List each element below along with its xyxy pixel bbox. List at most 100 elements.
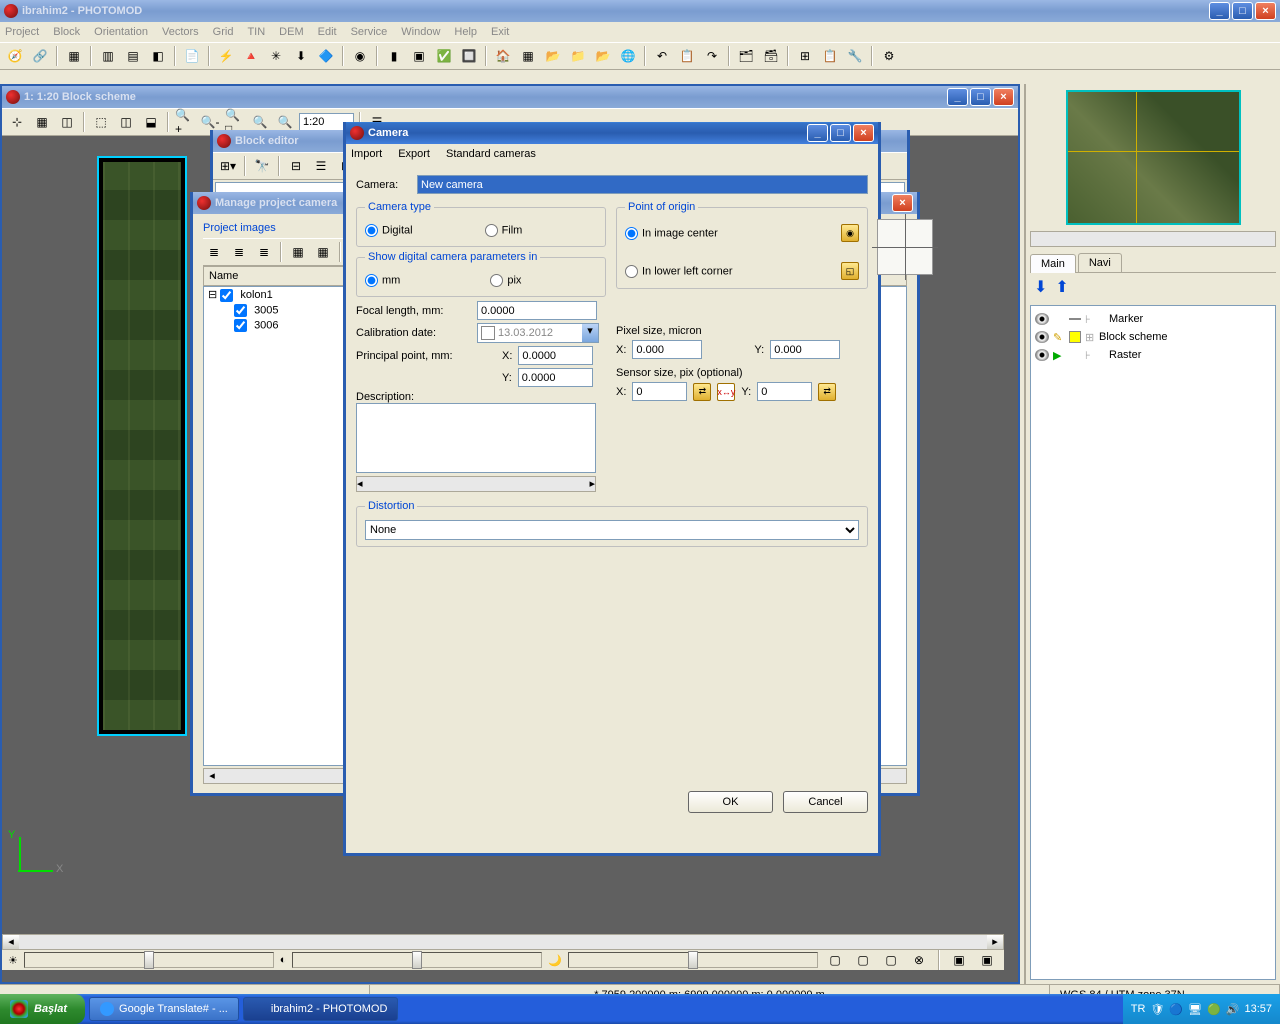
eye-icon[interactable] <box>1035 349 1049 361</box>
overview-scrollbar[interactable] <box>1030 231 1276 247</box>
radio-center[interactable]: In image center <box>625 227 718 240</box>
tray-icon[interactable]: 🔵 <box>1169 1003 1183 1016</box>
cam-menu-standard[interactable]: Standard cameras <box>446 148 536 160</box>
tool-icon[interactable]: ✳ <box>265 45 287 67</box>
tray-icon[interactable]: 🔊 <box>1226 1003 1240 1016</box>
tool-icon[interactable]: ▦ <box>63 45 85 67</box>
menu-orientation[interactable]: Orientation <box>94 26 148 38</box>
tree-checkbox[interactable] <box>234 304 247 317</box>
radio-film[interactable]: Film <box>485 224 523 237</box>
menu-tin[interactable]: TIN <box>247 26 265 38</box>
ss-y-input[interactable] <box>757 382 812 401</box>
tool-icon[interactable]: 📋 <box>819 45 841 67</box>
tool-icon[interactable]: ◉ <box>349 45 371 67</box>
tool-icon[interactable]: ▤ <box>122 45 144 67</box>
menu-dem[interactable]: DEM <box>279 26 303 38</box>
main-max-button[interactable]: □ <box>1232 2 1253 20</box>
binoculars-icon[interactable]: 🔭 <box>251 155 273 177</box>
eye-icon[interactable] <box>1035 331 1049 343</box>
tool-icon[interactable]: 📂 <box>542 45 564 67</box>
menu-edit[interactable]: Edit <box>318 26 337 38</box>
pp-x-input[interactable] <box>518 346 593 365</box>
tool-icon[interactable]: 📂 <box>592 45 614 67</box>
tool-icon[interactable]: ⚡ <box>215 45 237 67</box>
up-arrow-icon[interactable]: ⬆ <box>1055 277 1068 297</box>
tool-icon[interactable]: ▢ <box>880 949 902 971</box>
layer-marker[interactable]: ⊦ Marker <box>1035 310 1271 328</box>
main-close-button[interactable]: × <box>1255 2 1276 20</box>
tool-icon[interactable]: ▢ <box>852 949 874 971</box>
tool-icon[interactable]: ◫ <box>56 111 78 133</box>
tool-icon[interactable]: ▦ <box>31 111 53 133</box>
tool-icon[interactable]: ⊹ <box>6 111 28 133</box>
tool-icon[interactable]: 🧭 <box>4 45 26 67</box>
cancel-button[interactable]: Cancel <box>783 791 868 813</box>
tool-icon[interactable]: 🔲 <box>458 45 480 67</box>
undo-icon[interactable]: ↶ <box>651 45 673 67</box>
tool-icon[interactable]: ▢ <box>824 949 846 971</box>
task-google-translate[interactable]: Google Translate# - ... <box>89 997 239 1021</box>
tool-icon[interactable]: ◧ <box>147 45 169 67</box>
chevron-down-icon[interactable]: ▾ <box>582 324 598 342</box>
task-photomod[interactable]: ibrahim2 - PHOTOMOD <box>243 997 399 1021</box>
tool-icon[interactable]: ⊞ <box>794 45 816 67</box>
tool-icon[interactable]: ⊗ <box>908 949 930 971</box>
xy-icon[interactable]: x↔y <box>717 383 735 401</box>
mc-close-button[interactable]: × <box>892 194 913 212</box>
menu-block[interactable]: Block <box>53 26 80 38</box>
desc-scrollbar[interactable]: ◂▸ <box>356 476 596 492</box>
tree-checkbox[interactable] <box>234 319 247 332</box>
cam-menu-import[interactable]: Import <box>351 148 382 160</box>
ok-button[interactable]: OK <box>688 791 773 813</box>
menu-service[interactable]: Service <box>351 26 388 38</box>
tool-icon[interactable]: 🔗 <box>29 45 51 67</box>
radio-lower-left[interactable]: In lower left corner <box>625 265 732 278</box>
tool-icon[interactable]: ⊟ <box>285 155 307 177</box>
tool-icon[interactable]: ◫ <box>115 111 137 133</box>
menu-vectors[interactable]: Vectors <box>162 26 199 38</box>
clock[interactable]: 13:57 <box>1244 1003 1272 1015</box>
radio-pix[interactable]: pix <box>490 274 521 287</box>
eye-icon[interactable] <box>1035 313 1049 325</box>
bs-close-button[interactable]: × <box>993 88 1014 106</box>
tool-icon[interactable]: ▦ <box>312 241 334 263</box>
tool-icon[interactable]: 🔺 <box>240 45 262 67</box>
tool-icon[interactable]: ≣ <box>228 241 250 263</box>
swap-icon[interactable]: ⇄ <box>818 383 836 401</box>
description-input[interactable] <box>356 403 596 473</box>
tool-icon[interactable]: ≣ <box>203 241 225 263</box>
contrast-slider[interactable] <box>292 952 542 968</box>
cam-max-button[interactable]: □ <box>830 124 851 142</box>
tool-icon[interactable]: ⬚ <box>90 111 112 133</box>
tool-icon[interactable]: 🔷 <box>315 45 337 67</box>
tool-icon[interactable]: 🗃 <box>760 45 782 67</box>
tree-checkbox[interactable] <box>220 289 233 302</box>
tool-icon[interactable]: ▥ <box>97 45 119 67</box>
layer-block-scheme[interactable]: ✎ ⊞ Block scheme <box>1035 328 1271 346</box>
layer-raster[interactable]: ▶ ⊦ Raster <box>1035 346 1271 364</box>
tool-icon[interactable]: 📄 <box>181 45 203 67</box>
tab-main[interactable]: Main <box>1030 254 1076 273</box>
down-arrow-icon[interactable]: ⬇ <box>1034 277 1047 297</box>
tool-icon[interactable]: ⬓ <box>140 111 162 133</box>
distortion-select[interactable]: None <box>365 520 859 540</box>
tool-icon[interactable]: 📁 <box>567 45 589 67</box>
cam-menu-export[interactable]: Export <box>398 148 430 160</box>
menu-window[interactable]: Window <box>401 26 440 38</box>
origin-ll-icon[interactable]: ◱ <box>841 262 859 280</box>
radio-digital[interactable]: Digital <box>365 224 413 237</box>
tool-icon[interactable]: 🔧 <box>844 45 866 67</box>
zoom-in-icon[interactable]: 🔍+ <box>174 111 196 133</box>
tree-root[interactable]: kolon1 <box>240 289 272 301</box>
swap-icon[interactable]: ⇄ <box>693 383 711 401</box>
tool-icon[interactable]: ☰ <box>310 155 332 177</box>
tool-icon[interactable]: ⊞▾ <box>217 155 239 177</box>
tool-icon[interactable]: ▣ <box>948 949 970 971</box>
tool-icon[interactable]: 🏠 <box>492 45 514 67</box>
calib-date-picker[interactable]: 13.03.2012 ▾ <box>477 323 599 343</box>
tool-icon[interactable]: 🗂 <box>735 45 757 67</box>
tool-icon[interactable]: ≣ <box>253 241 275 263</box>
px-y-input[interactable] <box>770 340 840 359</box>
focal-input[interactable] <box>477 301 597 320</box>
tool-icon[interactable]: ⚙ <box>878 45 900 67</box>
